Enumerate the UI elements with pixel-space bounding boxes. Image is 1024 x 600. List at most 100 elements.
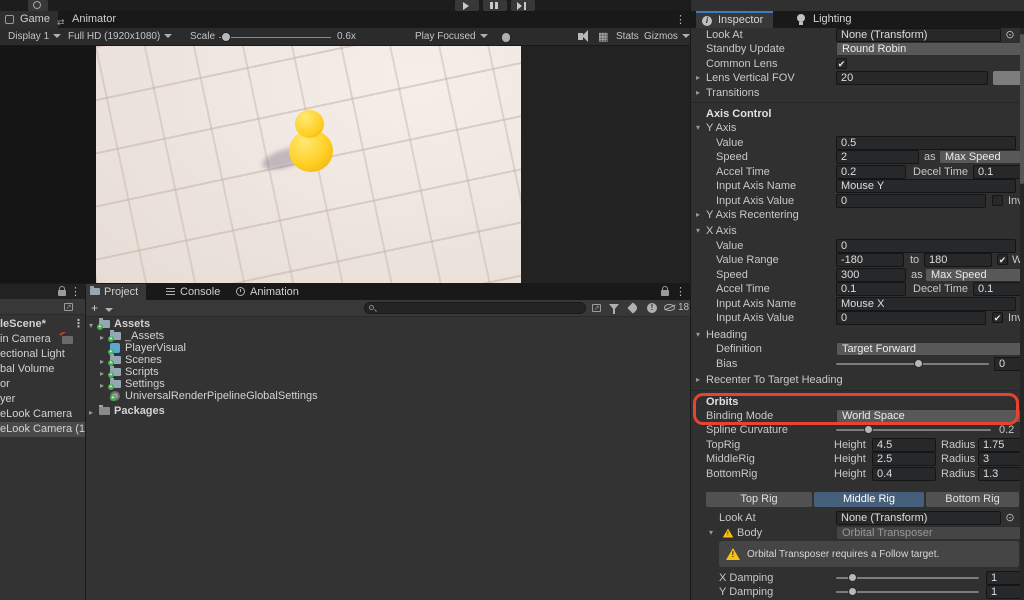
tab-project[interactable]: Project: [86, 284, 147, 300]
x-decel-field[interactable]: 0.1: [973, 282, 1021, 296]
tree-item-assets[interactable]: ▾ + Assets: [86, 318, 691, 330]
hierarchy-item-selected[interactable]: eLook Camera (1): [0, 422, 85, 437]
object-picker-icon[interactable]: [1004, 29, 1016, 41]
definition-dropdown[interactable]: Target Forward: [836, 342, 1024, 356]
tab-lighting[interactable]: Lighting: [791, 11, 862, 28]
tab-console[interactable]: Console: [162, 284, 228, 300]
account-icon[interactable]: [28, 0, 48, 11]
y-invert-checkbox[interactable]: [992, 195, 1003, 206]
common-lens-checkbox[interactable]: [836, 58, 847, 69]
y-damping-field[interactable]: 1: [986, 585, 1021, 599]
x-damping-slider[interactable]: [836, 573, 979, 582]
project-search-input[interactable]: [364, 302, 586, 314]
hierarchy-item[interactable]: eLook Camera: [0, 407, 85, 422]
scene-menu-icon[interactable]: [73, 317, 83, 332]
y-input-name-field[interactable]: Mouse Y: [836, 179, 1016, 193]
tree-item[interactable]: ▸ + Scripts: [86, 366, 691, 378]
top-rig-radius-field[interactable]: 1.75: [978, 438, 1024, 452]
bias-slider[interactable]: [836, 359, 989, 368]
bias-field[interactable]: 0: [994, 357, 1022, 371]
hierarchy-item[interactable]: ectional Light: [0, 347, 85, 362]
label-tag-icon[interactable]: [627, 302, 639, 314]
x-invert-checkbox[interactable]: [992, 312, 1003, 323]
mute-audio-icon[interactable]: [578, 30, 588, 42]
y-accel-field[interactable]: 0.2: [836, 165, 906, 179]
foldout-open-icon[interactable]: [696, 123, 700, 132]
top-rig-height-field[interactable]: 4.5: [872, 438, 936, 452]
foldout-closed-icon[interactable]: [696, 88, 700, 97]
shortcuts-grid-icon[interactable]: ▦: [598, 30, 608, 43]
x-value-field[interactable]: 0: [836, 239, 1016, 253]
y-damping-thumb[interactable]: [848, 587, 857, 596]
tree-item[interactable]: ▸ + Settings: [86, 378, 691, 390]
pause-button[interactable]: [483, 0, 507, 11]
hierarchy-item[interactable]: in Camera: [0, 332, 85, 347]
x-accel-field[interactable]: 0.1: [836, 282, 906, 296]
y-value-field[interactable]: 0.5: [836, 136, 1016, 150]
inspector-scrollbar[interactable]: [1020, 28, 1024, 600]
game-viewport[interactable]: [96, 46, 521, 283]
scene-row[interactable]: leScene*: [0, 317, 85, 332]
bottom-rig-radius-field[interactable]: 1.3: [978, 467, 1024, 481]
popout-icon[interactable]: ↗: [592, 304, 601, 312]
bottom-rig-height-field[interactable]: 0.4: [872, 467, 936, 481]
foldout-open-icon[interactable]: [696, 226, 700, 235]
spline-slider-thumb[interactable]: [864, 425, 873, 434]
chevron-down-icon[interactable]: [105, 308, 113, 312]
popout-icon[interactable]: ↗: [64, 303, 73, 311]
scrollbar-thumb[interactable]: [1020, 34, 1024, 184]
filter-by-type-icon[interactable]: [609, 304, 619, 314]
rig-look-at-field[interactable]: None (Transform): [836, 511, 1001, 525]
bug-icon[interactable]: [502, 33, 510, 42]
play-button[interactable]: [455, 0, 479, 11]
x-input-value-field[interactable]: 0: [836, 311, 986, 325]
lens-fov-field[interactable]: 20: [836, 71, 988, 85]
scale-slider-thumb[interactable]: [221, 32, 231, 42]
gizmos-dropdown[interactable]: Gizmos: [644, 28, 690, 46]
lock-icon[interactable]: [661, 286, 669, 296]
rig-tab-middle[interactable]: Middle Rig: [814, 492, 924, 507]
resolution-dropdown[interactable]: Full HD (1920x1080): [68, 28, 173, 46]
tree-item[interactable]: + PlayerVisual: [86, 342, 691, 355]
tree-item[interactable]: ▸ + _Assets: [86, 330, 691, 342]
hierarchy-menu-icon[interactable]: [70, 285, 80, 298]
foldout-closed-icon[interactable]: ▸: [89, 407, 93, 419]
foldout-closed-icon[interactable]: [696, 375, 700, 384]
lock-icon[interactable]: [58, 286, 66, 296]
tree-item-packages[interactable]: ▸ Packages: [86, 405, 691, 417]
x-speed-field[interactable]: 300: [836, 268, 906, 282]
project-menu-icon[interactable]: [675, 285, 685, 298]
tab-inspector[interactable]: i Inspector: [696, 11, 774, 28]
hierarchy-item[interactable]: bal Volume: [0, 362, 85, 377]
binding-mode-dropdown[interactable]: World Space: [836, 409, 1024, 423]
y-input-value-field[interactable]: 0: [836, 194, 986, 208]
tree-item[interactable]: + UniversalRenderPipelineGlobalSettings: [86, 390, 691, 402]
scale-slider[interactable]: [219, 32, 331, 42]
wrap-checkbox[interactable]: [997, 254, 1008, 265]
foldout-open-icon[interactable]: [709, 528, 713, 537]
middle-rig-height-field[interactable]: 2.5: [872, 452, 936, 466]
object-picker-icon[interactable]: [1004, 512, 1016, 524]
x-damping-field[interactable]: 1: [986, 571, 1021, 585]
y-decel-field[interactable]: 0.1: [973, 165, 1021, 179]
game-panel-menu-icon[interactable]: [675, 13, 685, 26]
alert-filter-icon[interactable]: !: [647, 303, 657, 313]
hierarchy-item[interactable]: or: [0, 377, 85, 392]
add-asset-button[interactable]: +: [91, 301, 98, 315]
look-at-field[interactable]: None (Transform): [836, 28, 1001, 42]
play-mode-dropdown[interactable]: Play Focused: [415, 28, 488, 46]
step-button[interactable]: [511, 0, 535, 11]
stats-button[interactable]: Stats: [616, 28, 639, 46]
x-damping-thumb[interactable]: [848, 573, 857, 582]
middle-rig-radius-field[interactable]: 3: [978, 452, 1024, 466]
display-dropdown[interactable]: Display 1: [8, 28, 62, 46]
range-min-field[interactable]: -180: [836, 253, 904, 267]
tab-animation[interactable]: Animation: [232, 284, 307, 300]
rig-tab-top[interactable]: Top Rig: [706, 492, 812, 507]
foldout-open-icon[interactable]: [696, 330, 700, 339]
y-damping-slider[interactable]: [836, 587, 979, 596]
foldout-closed-icon[interactable]: [696, 210, 700, 219]
spline-slider[interactable]: [836, 425, 991, 434]
x-speed-mode-dropdown[interactable]: Max Speed: [925, 268, 1024, 282]
y-speed-mode-dropdown[interactable]: Max Speed: [939, 150, 1024, 164]
